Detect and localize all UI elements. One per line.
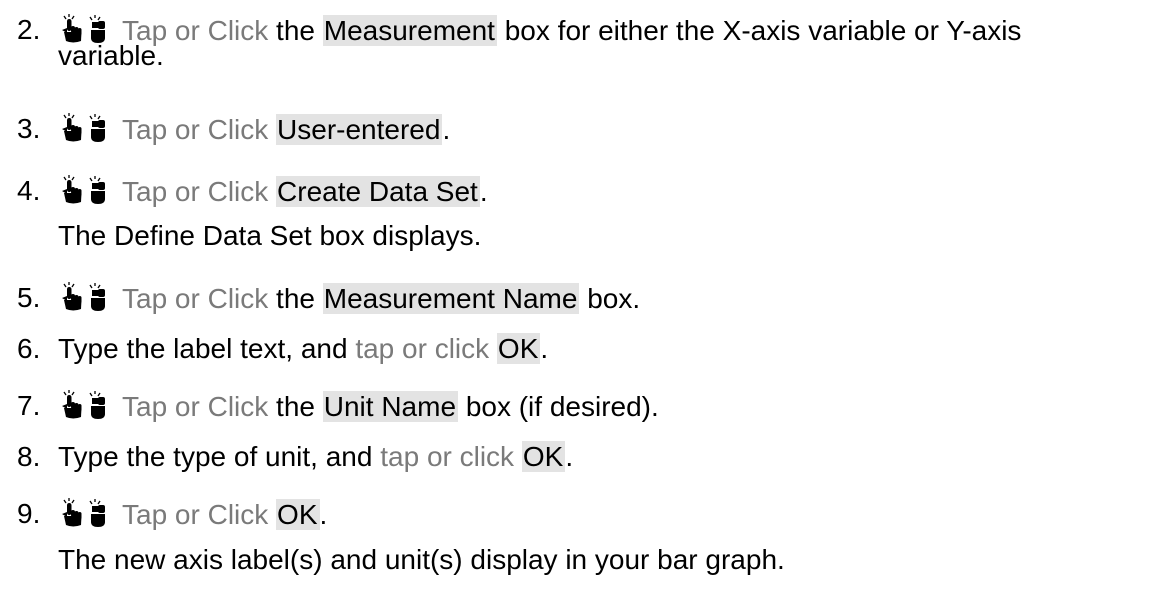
tap-click-icons bbox=[58, 113, 116, 143]
step-6-text: Type the label text, and tap or click OK… bbox=[58, 333, 549, 364]
ok-label: OK bbox=[521, 441, 566, 472]
touch-hand-icon bbox=[62, 498, 82, 527]
touch-hand-icon bbox=[62, 282, 82, 311]
mouse-icon bbox=[89, 391, 105, 419]
step-9-text: Tap or Click OK. bbox=[58, 498, 327, 531]
step-number: 4. bbox=[17, 175, 41, 206]
mouse-icon bbox=[89, 499, 105, 527]
tap-click-icons bbox=[58, 175, 116, 205]
tap-click-icons bbox=[58, 498, 116, 528]
step-number: 3. bbox=[17, 113, 41, 144]
user-entered-label: User-entered bbox=[276, 114, 443, 145]
step-4-note: The Define Data Set box displays. bbox=[58, 220, 482, 251]
tap-click-icons bbox=[58, 282, 116, 312]
create-data-set-label: Create Data Set bbox=[276, 176, 480, 207]
mouse-icon bbox=[89, 114, 105, 142]
step-2-text: Tap or Click the Measurement box for eit… bbox=[58, 14, 1021, 47]
step-number: 2. bbox=[17, 14, 41, 45]
mouse-icon bbox=[89, 176, 105, 204]
step-number: 5. bbox=[17, 282, 41, 313]
mouse-icon bbox=[89, 15, 105, 43]
step-5-text: Tap or Click the Measurement Name box. bbox=[58, 282, 640, 315]
step-2-continuation: variable. bbox=[58, 40, 164, 71]
step-4-text: Tap or Click Create Data Set. bbox=[58, 175, 488, 208]
touch-hand-icon bbox=[62, 390, 82, 419]
step-7-text: Tap or Click the Unit Name box (if desir… bbox=[58, 390, 659, 423]
step-8-text: Type the type of unit, and tap or click … bbox=[58, 441, 574, 472]
instruction-steps: 2. Tap or Click the Measurement box for … bbox=[0, 0, 1166, 591]
unit-name-label: Unit Name bbox=[322, 391, 459, 422]
step-number: 9. bbox=[17, 498, 41, 529]
define-data-set-label: Define Data Set bbox=[114, 220, 312, 251]
step-number: 7. bbox=[17, 390, 41, 421]
ok-label: OK bbox=[496, 333, 541, 364]
ok-label: OK bbox=[276, 499, 320, 530]
measurement-name-label: Measurement Name bbox=[322, 283, 580, 314]
step-number: 6. bbox=[17, 333, 41, 364]
step-3-text: Tap or Click User-entered. bbox=[58, 113, 450, 146]
touch-hand-icon bbox=[62, 113, 82, 142]
step-9-note: The new axis label(s) and unit(s) displa… bbox=[58, 544, 785, 575]
touch-hand-icon bbox=[62, 175, 82, 204]
touch-hand-icon bbox=[62, 14, 82, 43]
tap-click-icons bbox=[58, 390, 116, 420]
measurement-label: Measurement bbox=[322, 15, 497, 46]
step-number: 8. bbox=[17, 441, 41, 472]
mouse-icon bbox=[89, 283, 105, 311]
